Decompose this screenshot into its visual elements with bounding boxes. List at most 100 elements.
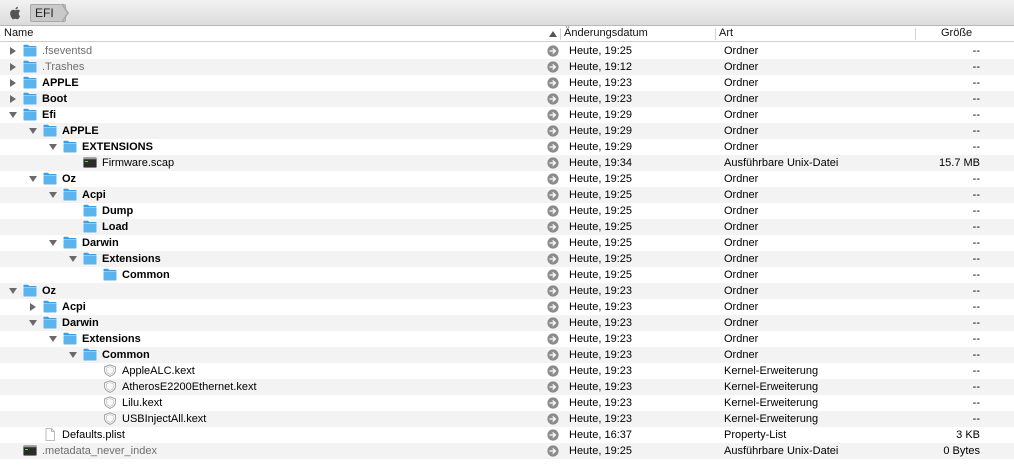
file-name[interactable]: Darwin (62, 315, 99, 331)
disclosure-open-icon[interactable] (49, 335, 57, 343)
file-name[interactable]: Extensions (102, 251, 161, 267)
table-row[interactable]: EXTENSIONS Heute, 19:29 Ordner -- (0, 139, 1014, 155)
go-to-arrow-icon[interactable] (547, 317, 559, 329)
table-row[interactable]: Defaults.plist Heute, 16:37 Property-List 3… (0, 427, 1014, 443)
column-header-kind[interactable]: Art (719, 26, 733, 41)
file-name[interactable]: Extensions (82, 331, 141, 347)
table-row[interactable]: AtherosE2200Ethernet.kext Heute, 19:23 Ker… (0, 379, 1014, 395)
table-row[interactable]: Acpi Heute, 19:23 Ordner -- (0, 299, 1014, 315)
table-row[interactable]: Dump Heute, 19:25 Ordner -- (0, 203, 1014, 219)
disclosure-open-icon[interactable] (29, 319, 37, 327)
go-to-arrow-icon[interactable] (547, 381, 559, 393)
table-row[interactable]: Boot Heute, 19:23 Ordner -- (0, 91, 1014, 107)
go-to-arrow-icon[interactable] (547, 125, 559, 137)
go-to-arrow-icon[interactable] (547, 413, 559, 425)
go-to-arrow-icon[interactable] (547, 61, 559, 73)
file-name[interactable]: APPLE (42, 75, 79, 91)
table-row[interactable]: Lilu.kext Heute, 19:23 Kernel-Erweiterung -… (0, 395, 1014, 411)
go-to-arrow-icon[interactable] (547, 269, 559, 281)
disclosure-open-icon[interactable] (49, 239, 57, 247)
file-name[interactable]: Acpi (82, 187, 106, 203)
file-name[interactable]: Oz (62, 171, 76, 187)
disclosure-open-icon[interactable] (49, 191, 57, 199)
go-to-arrow-icon[interactable] (547, 285, 559, 297)
file-name[interactable]: Darwin (82, 235, 119, 251)
go-to-arrow-icon[interactable] (547, 397, 559, 409)
disclosure-open-icon[interactable] (29, 127, 37, 135)
file-name[interactable]: Load (102, 219, 128, 235)
table-row[interactable]: .fseventsd Heute, 19:25 Ordner -- (0, 43, 1014, 59)
go-to-arrow-icon[interactable] (547, 45, 559, 57)
table-row[interactable]: Load Heute, 19:25 Ordner -- (0, 219, 1014, 235)
disclosure-closed-icon[interactable] (9, 63, 17, 71)
table-row[interactable]: Darwin Heute, 19:25 Ordner -- (0, 235, 1014, 251)
go-to-arrow-icon[interactable] (547, 221, 559, 233)
column-divider[interactable] (715, 28, 716, 40)
go-to-arrow-icon[interactable] (547, 157, 559, 169)
column-divider[interactable] (915, 28, 916, 40)
table-row[interactable]: Extensions Heute, 19:23 Ordner -- (0, 331, 1014, 347)
file-name[interactable]: .metadata_never_index (42, 443, 157, 459)
disclosure-open-icon[interactable] (9, 287, 17, 295)
file-name[interactable]: USBInjectAll.kext (122, 411, 206, 427)
go-to-arrow-icon[interactable] (547, 237, 559, 249)
disclosure-open-icon[interactable] (9, 111, 17, 119)
table-row[interactable]: Firmware.scap Heute, 19:34 Ausführbare Uni… (0, 155, 1014, 171)
disclosure-open-icon[interactable] (49, 143, 57, 151)
disclosure-open-icon[interactable] (29, 175, 37, 183)
disclosure-closed-icon[interactable] (9, 95, 17, 103)
go-to-arrow-icon[interactable] (547, 77, 559, 89)
file-name[interactable]: Acpi (62, 299, 86, 315)
table-row[interactable]: Extensions Heute, 19:25 Ordner -- (0, 251, 1014, 267)
go-to-arrow-icon[interactable] (547, 365, 559, 377)
file-name[interactable]: Common (102, 347, 150, 363)
column-header-name[interactable]: Name (4, 26, 33, 41)
go-to-arrow-icon[interactable] (547, 253, 559, 265)
go-to-arrow-icon[interactable] (547, 93, 559, 105)
disclosure-closed-icon[interactable] (9, 79, 17, 87)
file-name[interactable]: Oz (42, 283, 56, 299)
file-name[interactable]: EXTENSIONS (82, 139, 153, 155)
table-row[interactable]: Oz Heute, 19:25 Ordner -- (0, 171, 1014, 187)
file-name[interactable]: Boot (42, 91, 67, 107)
disclosure-closed-icon[interactable] (29, 303, 37, 311)
column-header-size[interactable]: Größe (941, 26, 972, 41)
go-to-arrow-icon[interactable] (547, 141, 559, 153)
column-divider[interactable] (560, 28, 561, 40)
go-to-arrow-icon[interactable] (547, 333, 559, 345)
apple-logo-icon[interactable] (9, 6, 21, 20)
file-name[interactable]: .fseventsd (42, 43, 92, 59)
go-to-arrow-icon[interactable] (547, 445, 559, 457)
table-row[interactable]: .Trashes Heute, 19:12 Ordner -- (0, 59, 1014, 75)
table-row[interactable]: USBInjectAll.kext Heute, 19:23 Kernel-Erwe… (0, 411, 1014, 427)
go-to-arrow-icon[interactable] (547, 301, 559, 313)
file-name[interactable]: AppleALC.kext (122, 363, 195, 379)
disclosure-open-icon[interactable] (69, 255, 77, 263)
go-to-arrow-icon[interactable] (547, 189, 559, 201)
file-name[interactable]: Defaults.plist (62, 427, 125, 443)
go-to-arrow-icon[interactable] (547, 349, 559, 361)
table-row[interactable]: APPLE Heute, 19:23 Ordner -- (0, 75, 1014, 91)
file-name[interactable]: .Trashes (42, 59, 84, 75)
table-row[interactable]: Acpi Heute, 19:25 Ordner -- (0, 187, 1014, 203)
file-name[interactable]: AtherosE2200Ethernet.kext (122, 379, 257, 395)
column-header-date[interactable]: Änderungsdatum (564, 26, 648, 41)
table-row[interactable]: APPLE Heute, 19:29 Ordner -- (0, 123, 1014, 139)
table-row[interactable]: AppleALC.kext Heute, 19:23 Kernel-Erweiter… (0, 363, 1014, 379)
table-row[interactable]: Common Heute, 19:25 Ordner -- (0, 267, 1014, 283)
table-row[interactable]: Oz Heute, 19:23 Ordner -- (0, 283, 1014, 299)
go-to-arrow-icon[interactable] (547, 205, 559, 217)
disclosure-closed-icon[interactable] (9, 47, 17, 55)
table-row[interactable]: Common Heute, 19:23 Ordner -- (0, 347, 1014, 363)
go-to-arrow-icon[interactable] (547, 109, 559, 121)
go-to-arrow-icon[interactable] (547, 173, 559, 185)
file-name[interactable]: Lilu.kext (122, 395, 162, 411)
file-name[interactable]: Efi (42, 107, 56, 123)
go-to-arrow-icon[interactable] (547, 429, 559, 441)
file-name[interactable]: APPLE (62, 123, 99, 139)
table-row[interactable]: Darwin Heute, 19:23 Ordner -- (0, 315, 1014, 331)
table-row[interactable]: Efi Heute, 19:29 Ordner -- (0, 107, 1014, 123)
table-row[interactable]: .metadata_never_index Heute, 19:25 Ausführ… (0, 443, 1014, 459)
file-name[interactable]: Common (122, 267, 170, 283)
file-name[interactable]: Firmware.scap (102, 155, 174, 171)
